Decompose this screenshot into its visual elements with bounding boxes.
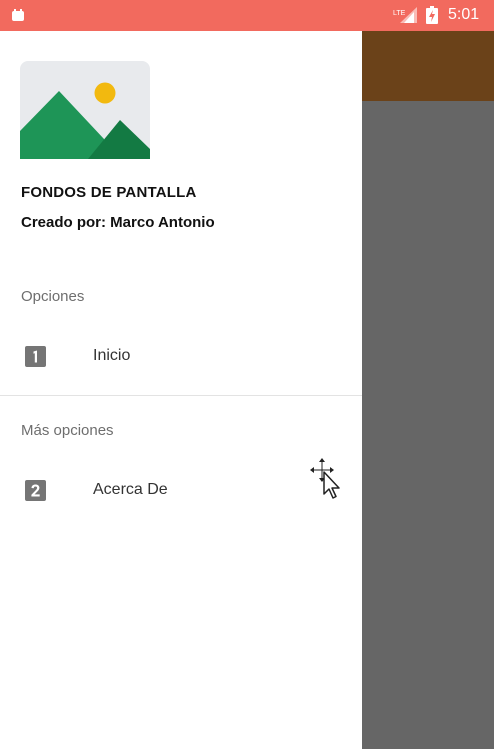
notification-icon	[12, 9, 24, 21]
move-cursor-icon	[310, 458, 340, 499]
number-1-icon	[25, 346, 46, 367]
status-time: 5:01	[448, 6, 480, 23]
menu-item-acerca-de[interactable]: Acerca De	[0, 466, 362, 514]
menu-label-acerca-de: Acerca De	[93, 481, 168, 498]
number-2-icon	[25, 480, 46, 501]
app-screen: LTE 5:01 FONDOS DE PANTALLA Creado por: …	[0, 0, 494, 749]
battery-icon	[426, 6, 438, 24]
menu-label-inicio: Inicio	[93, 347, 131, 364]
image-placeholder-icon	[20, 61, 150, 159]
app-toolbar	[362, 31, 494, 101]
author-credit: Creado por: Marco Antonio	[21, 214, 215, 231]
svg-text:LTE: LTE	[393, 10, 406, 17]
signal-icon: LTE	[393, 7, 417, 23]
app-title: FONDOS DE PANTALLA	[21, 184, 197, 201]
section-header-opciones: Opciones	[21, 288, 85, 305]
section-divider	[0, 395, 362, 396]
navigation-drawer: FONDOS DE PANTALLA Creado por: Marco Ant…	[0, 31, 362, 749]
status-bar: LTE 5:01	[0, 0, 494, 31]
app-content-scrim[interactable]	[362, 101, 494, 749]
menu-item-inicio[interactable]: Inicio	[0, 332, 362, 380]
section-header-mas-opciones: Más opciones	[21, 422, 114, 439]
